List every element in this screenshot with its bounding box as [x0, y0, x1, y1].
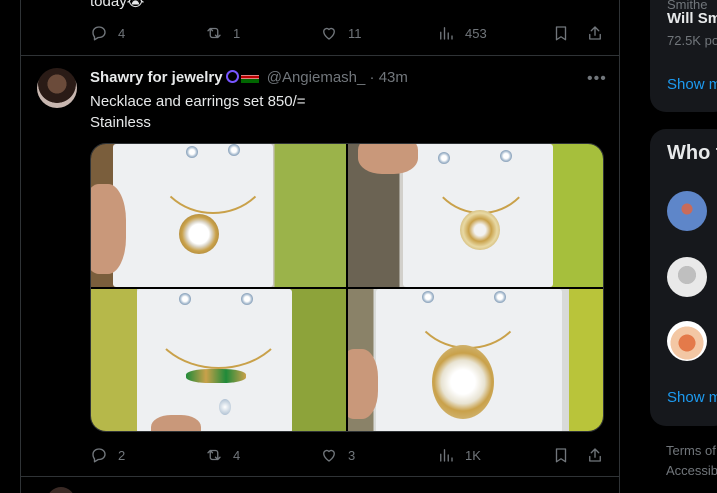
views-button[interactable]: 453	[437, 23, 487, 43]
share-icon	[589, 26, 601, 40]
suggested-user-avatar[interactable]	[667, 321, 707, 361]
like-button[interactable]: 11	[320, 23, 362, 43]
show-more-link[interactable]: Show m	[667, 389, 717, 406]
bookmark-icon	[555, 448, 567, 463]
search-emoji-icon	[225, 70, 239, 83]
share-button[interactable]	[586, 23, 604, 43]
suggested-user-avatar[interactable]	[667, 257, 707, 297]
like-count: 3	[348, 447, 356, 463]
author-handle[interactable]: @Angiemash_	[267, 69, 366, 86]
reply-count: 4	[118, 25, 126, 41]
like-icon	[323, 27, 335, 40]
footer-link[interactable]: Terms of	[666, 441, 716, 461]
views-icon	[440, 449, 453, 462]
timeline-feed: today😭 4 1 11 453 Shawry for jewelry @An…	[20, 0, 620, 493]
trends-panel: Smithe Will Sm 72.5K po Show m	[650, 0, 717, 112]
kenya-flag-icon	[240, 71, 259, 83]
reply-button[interactable]: 2	[90, 445, 125, 465]
suggested-user-avatar[interactable]	[667, 191, 707, 231]
header-separator: ·	[369, 69, 375, 86]
previous-tweet[interactable]: today😭 4 1 11 453	[21, 0, 619, 56]
author-name[interactable]: Shawry for jewelry	[90, 69, 223, 86]
reply-icon	[92, 26, 106, 41]
author-avatar[interactable]	[37, 68, 77, 108]
like-button[interactable]: 3	[320, 445, 355, 465]
repost-icon	[207, 27, 221, 39]
right-sidebar: Smithe Will Sm 72.5K po Show m Who t Sho…	[650, 0, 717, 493]
views-icon	[440, 27, 453, 40]
reply-icon	[92, 448, 106, 463]
reply-button[interactable]: 4	[90, 23, 125, 43]
media-photo-4[interactable]	[348, 289, 603, 431]
like-count: 11	[348, 25, 362, 41]
more-icon[interactable]: •••	[587, 70, 607, 88]
previous-tweet-actions: 4 1 11 453	[90, 23, 610, 43]
previous-tweet-text: today😭	[90, 0, 145, 10]
share-icon	[589, 448, 601, 462]
media-photo-2[interactable]	[348, 144, 603, 287]
repost-count: 1	[233, 25, 241, 41]
tweet-actions: 2 4 3 1K	[90, 445, 610, 465]
tweet[interactable]: Shawry for jewelry @Angiemash_ · 43m •••…	[21, 56, 619, 477]
tweet-header: Shawry for jewelry @Angiemash_ · 43m	[90, 68, 408, 88]
tweet-media-grid	[90, 143, 604, 432]
tweet-text: Necklace and earrings set 850/= Stainles…	[90, 91, 306, 133]
who-to-follow-panel: Who t Show m	[650, 129, 717, 426]
tweet-text-line: Necklace and earrings set 850/=	[90, 93, 306, 110]
media-photo-1[interactable]	[91, 144, 346, 287]
reply-count: 2	[118, 447, 126, 463]
media-photo-3[interactable]	[91, 289, 346, 431]
views-count: 1K	[465, 447, 481, 463]
views-button[interactable]: 1K	[437, 445, 481, 465]
like-icon	[323, 449, 335, 462]
show-more-link[interactable]: Show m	[667, 76, 717, 93]
bookmark-icon	[555, 26, 567, 41]
footer-link[interactable]: Accessib	[666, 461, 717, 481]
trend-author[interactable]: Will Sm	[667, 10, 717, 27]
tweet-time[interactable]: 43m	[379, 69, 408, 86]
bookmark-button[interactable]	[552, 445, 570, 465]
repost-count: 4	[233, 447, 241, 463]
repost-icon	[207, 449, 221, 461]
bookmark-button[interactable]	[552, 23, 570, 43]
share-button[interactable]	[586, 445, 604, 465]
who-to-follow-title: Who t	[667, 142, 717, 164]
tweet-text-line: Stainless	[90, 114, 151, 131]
repost-button[interactable]: 4	[205, 445, 240, 465]
next-tweet-avatar[interactable]	[47, 487, 75, 493]
trend-posts: 72.5K po	[667, 33, 717, 48]
repost-button[interactable]: 1	[205, 23, 240, 43]
views-count: 453	[465, 25, 487, 41]
